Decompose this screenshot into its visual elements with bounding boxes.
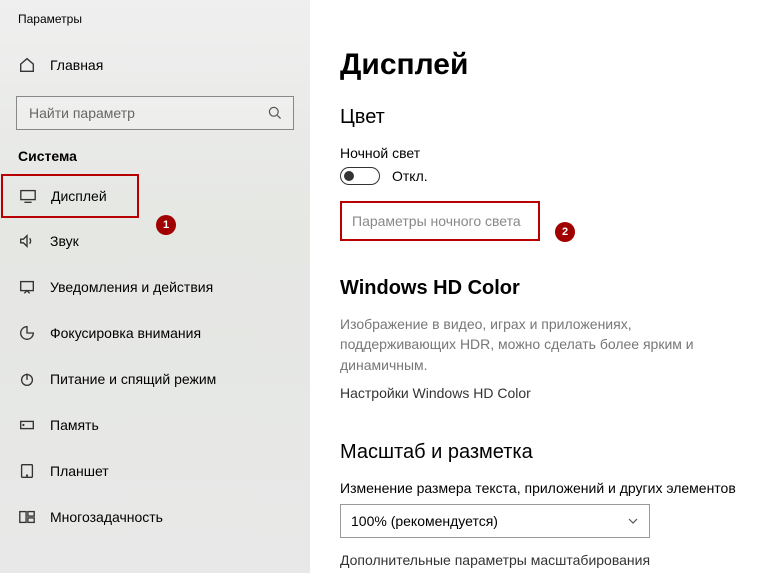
hd-color-description: Изображение в видео, играх и приложениях… xyxy=(340,314,750,375)
night-light-toggle[interactable] xyxy=(340,167,380,185)
scale-label: Изменение размера текста, приложений и д… xyxy=(340,480,750,496)
sidebar-item-tablet[interactable]: Планшет xyxy=(0,448,310,494)
display-icon xyxy=(19,187,37,205)
toggle-state-label: Откл. xyxy=(392,168,428,184)
sidebar-item-notifications[interactable]: Уведомления и действия xyxy=(0,264,310,310)
sidebar: Параметры Главная Система Дисплей 1 xyxy=(0,0,310,573)
sidebar-item-label: Планшет xyxy=(50,463,109,479)
sidebar-item-label: Уведомления и действия xyxy=(50,279,213,295)
main-panel: Дисплей Цвет Ночной свет Откл. Параметры… xyxy=(310,0,768,573)
scale-heading: Масштаб и разметка xyxy=(340,441,750,464)
sidebar-item-display[interactable]: Дисплей xyxy=(1,174,139,218)
sidebar-item-label: Фокусировка внимания xyxy=(50,325,201,341)
night-light-settings-link[interactable]: Параметры ночного света xyxy=(340,201,540,241)
scale-dropdown[interactable]: 100% (рекомендуется) xyxy=(340,504,650,538)
home-label: Главная xyxy=(50,57,103,73)
search-input-container[interactable] xyxy=(16,96,294,130)
search-input[interactable] xyxy=(27,104,245,122)
home-icon xyxy=(18,56,36,74)
annotation-badge-2: 2 xyxy=(555,222,575,242)
sidebar-item-label: Питание и спящий режим xyxy=(50,371,216,387)
toggle-knob xyxy=(344,171,354,181)
window-title: Параметры xyxy=(0,0,310,38)
annotation-badge-1: 1 xyxy=(156,215,176,235)
scale-dropdown-value: 100% (рекомендуется) xyxy=(351,513,498,529)
sidebar-item-label: Дисплей xyxy=(51,188,107,204)
sidebar-item-storage[interactable]: Память xyxy=(0,402,310,448)
storage-icon xyxy=(18,416,36,434)
page-title: Дисплей xyxy=(340,48,750,82)
sidebar-item-sound[interactable]: Звук xyxy=(0,218,310,264)
home-button[interactable]: Главная xyxy=(0,48,310,82)
search-icon xyxy=(267,105,283,121)
advanced-scaling-link[interactable]: Дополнительные параметры масштабирования xyxy=(340,552,750,568)
multitask-icon xyxy=(18,508,36,526)
night-light-toggle-row: Откл. xyxy=(340,167,750,185)
sound-icon xyxy=(18,232,36,250)
sidebar-item-label: Память xyxy=(50,417,99,433)
notifications-icon xyxy=(18,278,36,296)
sidebar-item-label: Звук xyxy=(50,233,79,249)
hd-color-settings-link[interactable]: Настройки Windows HD Color xyxy=(340,385,750,401)
power-icon xyxy=(18,370,36,388)
chevron-down-icon xyxy=(627,515,639,527)
section-label: Система xyxy=(0,148,310,174)
sidebar-item-focus[interactable]: Фокусировка внимания xyxy=(0,310,310,356)
sidebar-item-power[interactable]: Питание и спящий режим xyxy=(0,356,310,402)
tablet-icon xyxy=(18,462,36,480)
hd-color-heading: Windows HD Color xyxy=(340,277,750,300)
night-light-label: Ночной свет xyxy=(340,145,750,161)
focus-icon xyxy=(18,324,36,342)
sidebar-item-multitask[interactable]: Многозадачность xyxy=(0,494,310,540)
color-heading: Цвет xyxy=(340,106,750,129)
sidebar-item-label: Многозадачность xyxy=(50,509,163,525)
